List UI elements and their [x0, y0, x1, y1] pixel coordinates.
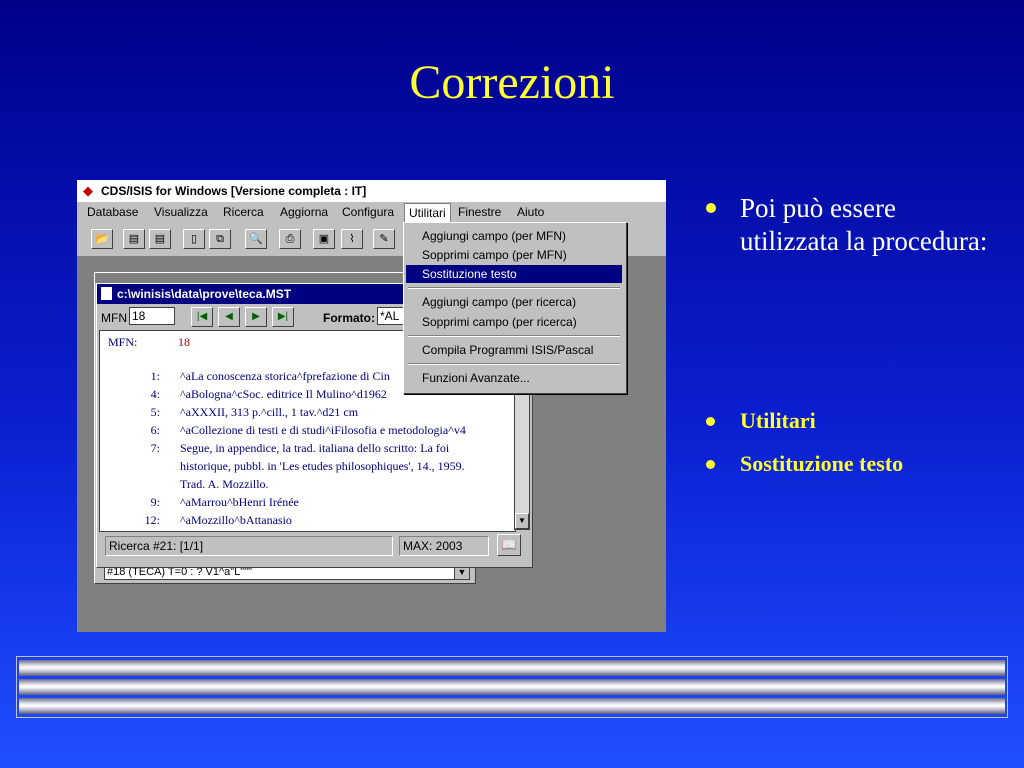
scroll-down-icon[interactable]: ▼ [515, 513, 529, 529]
book-icon[interactable]: 📖 [497, 534, 521, 556]
app-title: CDS/ISIS for Windows [Versione completa … [101, 184, 367, 198]
menu-separator [408, 363, 620, 365]
previous-record-icon[interactable]: ◀ [218, 307, 240, 327]
record-mfn-value: 18 [178, 335, 190, 349]
app-screenshot: ◆ CDS/ISIS for Windows [Versione complet… [77, 180, 666, 632]
clipboard-icon[interactable]: ▯ [183, 229, 205, 249]
broom-icon[interactable]: ⌇ [341, 229, 363, 249]
rtf-export-icon[interactable]: ▤ [149, 229, 171, 249]
menu-separator [408, 335, 620, 337]
menu-database[interactable]: Database [87, 205, 138, 219]
menu-finestre[interactable]: Finestre [458, 205, 501, 219]
max-status: MAX: 2003 [399, 536, 489, 556]
edit-icon[interactable]: ✎ [373, 229, 395, 249]
record-field: Trad. A. Mozzillo. [180, 477, 269, 491]
record-field: 9: ^aMarrou^bHenri Irénée [150, 495, 299, 509]
footer-bar [19, 660, 1005, 676]
menu-visualizza[interactable]: Visualizza [154, 205, 208, 219]
sub-bullet-sostituzione: Sostituzione testo [740, 451, 904, 476]
menu-item-sopprimi-campo-mfn[interactable]: Sopprimi campo (per MFN) [406, 246, 622, 264]
record-field: 5: ^aXXXII, 313 p.^cill., 1 tav.^d21 cm [150, 405, 359, 419]
bullet-dot [706, 460, 715, 469]
record-window-title: c:\winisis\data\prove\teca.MST [117, 287, 292, 301]
mfn-label: MFN [101, 311, 127, 325]
footer-bar [19, 679, 1005, 695]
bullet-dot [706, 203, 716, 213]
mdi-workspace: #18 (TECA) T=0 : ? V1^a"L""" ▼ c:\winisi… [77, 222, 666, 632]
document-icon [101, 287, 112, 300]
slide-title: Correzioni [409, 56, 615, 109]
menu-item-aggiungi-campo-mfn[interactable]: Aggiungi campo (per MFN) [406, 227, 622, 245]
menu-item-aggiungi-campo-ricerca[interactable]: Aggiungi campo (per ricerca) [406, 293, 622, 311]
search-status: Ricerca #21: [1/1] [105, 536, 393, 556]
menu-item-compila-programmi[interactable]: Compila Programmi ISIS/Pascal [406, 341, 622, 359]
bullet-dot [706, 417, 715, 426]
menu-item-sopprimi-campo-ricerca[interactable]: Sopprimi campo (per ricerca) [406, 313, 622, 331]
open-folder-icon[interactable]: 📂 [91, 229, 113, 249]
mfn-input[interactable]: 18 [129, 307, 175, 325]
first-record-icon[interactable]: |◀ [191, 307, 213, 327]
menu-aiuto[interactable]: Aiuto [517, 205, 544, 219]
record-field: historique, pubbl. in 'Les etudes philos… [180, 459, 465, 473]
record-field: 12: ^aMozzillo^bAttanasio [144, 513, 292, 527]
print-icon[interactable]: ⎙ [279, 229, 301, 249]
record-mfn-label: MFN: [108, 335, 138, 349]
record-field: 7: Segue, in appendice, la trad. italiana… [150, 441, 450, 455]
next-record-icon[interactable]: ▶ [245, 307, 267, 327]
app-diamond-icon: ◆ [83, 183, 93, 198]
copy-icon[interactable]: ⧉ [209, 229, 231, 249]
menu-item-sostituzione-testo[interactable]: Sostituzione testo [406, 265, 622, 283]
footer-bars [16, 656, 1008, 718]
footer-bar [19, 698, 1005, 714]
menu-separator [408, 287, 620, 289]
menu-aggiorna[interactable]: Aggiorna [280, 205, 328, 219]
save-icon[interactable]: ▣ [313, 229, 335, 249]
menu-bar: Database Visualizza Ricerca Aggiorna Con… [77, 202, 666, 222]
formato-label: Formato: [323, 311, 375, 325]
print-preview-icon[interactable]: 🔍 [245, 229, 267, 249]
bullet-main: Poi può essere utilizzata la procedura: [740, 193, 988, 256]
menu-utilitari[interactable]: Utilitari [404, 203, 451, 222]
record-field: 6: ^aCollezione di testi e di studi^iFilo… [150, 423, 466, 437]
menu-item-funzioni-avanzate[interactable]: Funzioni Avanzate... [406, 369, 622, 387]
utilitari-menu: Aggiungi campo (per MFN) Sopprimi campo … [403, 222, 627, 394]
app-title-bar: ◆ CDS/ISIS for Windows [Versione complet… [77, 180, 666, 203]
iso-export-icon[interactable]: ▤ [123, 229, 145, 249]
menu-configura[interactable]: Configura [342, 205, 394, 219]
last-record-icon[interactable]: ▶| [272, 307, 294, 327]
sub-bullet-utilitari: Utilitari [740, 408, 816, 433]
menu-ricerca[interactable]: Ricerca [223, 205, 264, 219]
